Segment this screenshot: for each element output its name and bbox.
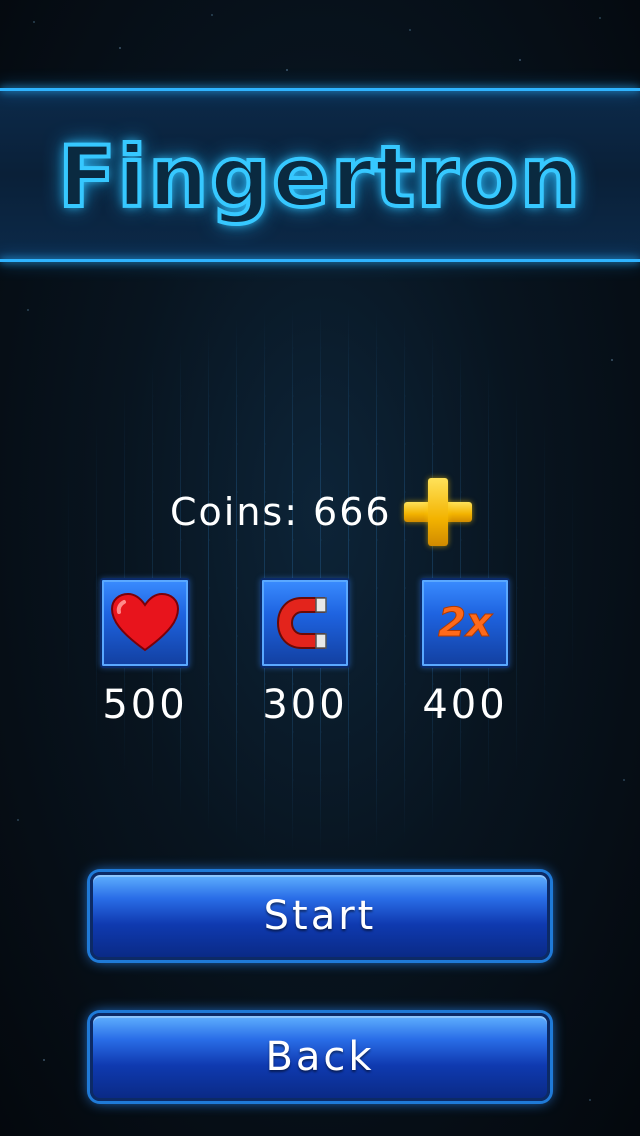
plus-icon[interactable]: [402, 476, 474, 548]
start-button[interactable]: Start: [90, 872, 550, 960]
powerup-heart: 500: [85, 578, 205, 728]
coins-display: Coins: 666: [170, 478, 474, 546]
double-score-icon: 2x: [438, 600, 493, 647]
coins-label: Coins:: [170, 490, 300, 534]
heart-icon: [110, 592, 180, 652]
powerup-double-score: 2x 400: [405, 578, 525, 728]
back-button-label: Back: [265, 1034, 375, 1080]
magnet-icon: [276, 597, 327, 649]
game-title: Fingertron: [56, 126, 582, 228]
double-score-price: 400: [422, 682, 508, 728]
start-button-label: Start: [263, 893, 377, 939]
banner-top-line: [0, 88, 640, 91]
coins-value: 666: [313, 490, 392, 534]
powerup-magnet: 300: [245, 578, 365, 728]
banner-bottom-line: [0, 259, 640, 262]
magnet-price: 300: [262, 682, 348, 728]
back-button[interactable]: Back: [90, 1013, 550, 1101]
heart-price: 500: [102, 682, 188, 728]
title-banner: Fingertron: [0, 88, 640, 262]
magnet-powerup-button[interactable]: [260, 578, 350, 668]
double-score-powerup-button[interactable]: 2x: [420, 578, 510, 668]
heart-powerup-button[interactable]: [100, 578, 190, 668]
